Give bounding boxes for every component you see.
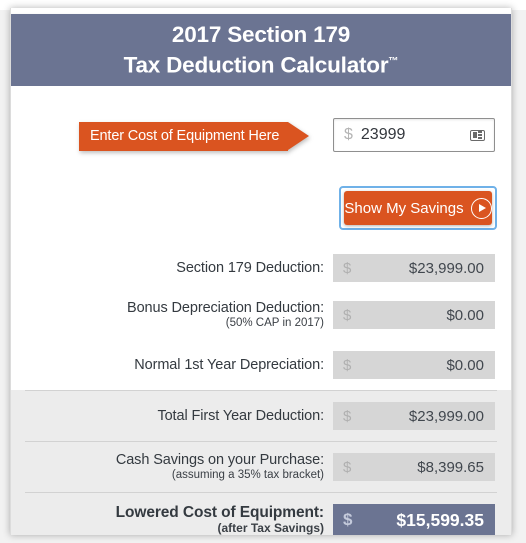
calculator-title-text: Tax Deduction Calculator [123, 52, 389, 78]
result-label: Lowered Cost of Equipment: (after Tax Sa… [116, 504, 333, 535]
result-currency-symbol: $ [343, 306, 352, 324]
credit-card-autofill-icon[interactable] [470, 129, 485, 141]
results-group-deductions: Section 179 Deduction: $ $23,999.00 Bonu… [11, 246, 511, 390]
trademark-symbol: ™ [388, 56, 399, 68]
show-savings-button-label: Show My Savings [344, 199, 464, 217]
calculator-title-line-2: Tax Deduction Calculator™ [124, 48, 399, 79]
result-label: Bonus Depreciation Deduction: (50% CAP i… [127, 300, 333, 330]
arrow-head-icon [288, 122, 310, 150]
result-amount: $23,999.00 [408, 407, 484, 425]
result-label-main: Lowered Cost of Equipment: [115, 504, 324, 522]
results-group-totals: Total First Year Deduction: $ $23,999.00… [11, 390, 511, 535]
result-row-cash-savings: Cash Savings on your Purchase: (assuming… [11, 442, 511, 492]
result-currency-symbol: $ [343, 356, 352, 374]
result-row-bonus-depreciation: Bonus Depreciation Deduction: (50% CAP i… [11, 290, 511, 340]
cost-input-wrapper[interactable]: $ [333, 118, 495, 152]
result-row-total-first-year-deduction: Total First Year Deduction: $ $23,999.00 [11, 391, 511, 441]
result-value-box: $ $0.00 [333, 301, 495, 329]
cost-currency-symbol: $ [344, 126, 353, 143]
result-value-box: $ $23,999.00 [333, 402, 495, 430]
result-amount: $0.00 [446, 356, 484, 374]
result-label-main: Bonus Depreciation Deduction: [127, 299, 324, 316]
result-row-section-179: Section 179 Deduction: $ $23,999.00 [11, 246, 511, 290]
result-label-sub: (50% CAP in 2017) [225, 317, 324, 330]
results-section: Section 179 Deduction: $ $23,999.00 Bonu… [11, 246, 511, 535]
result-row-lowered-cost-of-equipment: Lowered Cost of Equipment: (after Tax Sa… [11, 493, 511, 535]
cost-of-equipment-input[interactable] [360, 126, 470, 144]
show-savings-button-focus-ring: Show My Savings [339, 186, 497, 230]
result-label-main: Normal 1st Year Depreciation: [134, 356, 324, 373]
enter-cost-callout-label: Enter Cost of Equipment Here [79, 122, 289, 151]
result-label: Total First Year Deduction: [157, 408, 333, 424]
result-currency-symbol: $ [343, 407, 352, 425]
result-label-main: Total First Year Deduction: [157, 407, 324, 424]
result-currency-symbol: $ [343, 510, 353, 529]
result-amount: $15,599.35 [396, 509, 484, 530]
result-row-normal-first-year-depreciation: Normal 1st Year Depreciation: $ $0.00 [11, 340, 511, 390]
calculator-header: 2017 Section 179 Tax Deduction Calculato… [11, 14, 511, 86]
result-amount: $8,399.65 [417, 458, 484, 476]
result-value-box: $ $8,399.65 [333, 453, 495, 481]
page-frame: 2017 Section 179 Tax Deduction Calculato… [0, 0, 526, 543]
result-currency-symbol: $ [343, 259, 352, 277]
calculator-title-line-1: 2017 Section 179 [171, 22, 351, 48]
result-value-box: $ $23,999.00 [333, 254, 495, 282]
show-my-savings-button[interactable]: Show My Savings [344, 191, 492, 225]
result-label: Section 179 Deduction: [176, 260, 333, 276]
result-label-main: Section 179 Deduction: [176, 259, 324, 276]
result-label-sub: (assuming a 35% tax bracket) [171, 469, 324, 482]
result-value-box-highlighted: $ $15,599.35 [333, 503, 495, 535]
enter-cost-callout-arrow: Enter Cost of Equipment Here [79, 122, 310, 151]
cost-input-row: Enter Cost of Equipment Here $ [11, 118, 511, 164]
calculator-body: Enter Cost of Equipment Here $ Show My S… [11, 86, 511, 535]
result-label: Cash Savings on your Purchase: (assuming… [116, 452, 333, 482]
result-label-main: Cash Savings on your Purchase: [115, 451, 324, 468]
result-currency-symbol: $ [343, 458, 352, 476]
circled-play-arrow-icon [470, 197, 492, 219]
result-value-box: $ $0.00 [333, 351, 495, 379]
calculator-card: 2017 Section 179 Tax Deduction Calculato… [10, 8, 512, 535]
result-amount: $23,999.00 [408, 259, 484, 277]
result-amount: $0.00 [446, 306, 484, 324]
result-label: Normal 1st Year Depreciation: [134, 357, 333, 373]
result-label-sub: (after Tax Savings) [217, 521, 324, 535]
